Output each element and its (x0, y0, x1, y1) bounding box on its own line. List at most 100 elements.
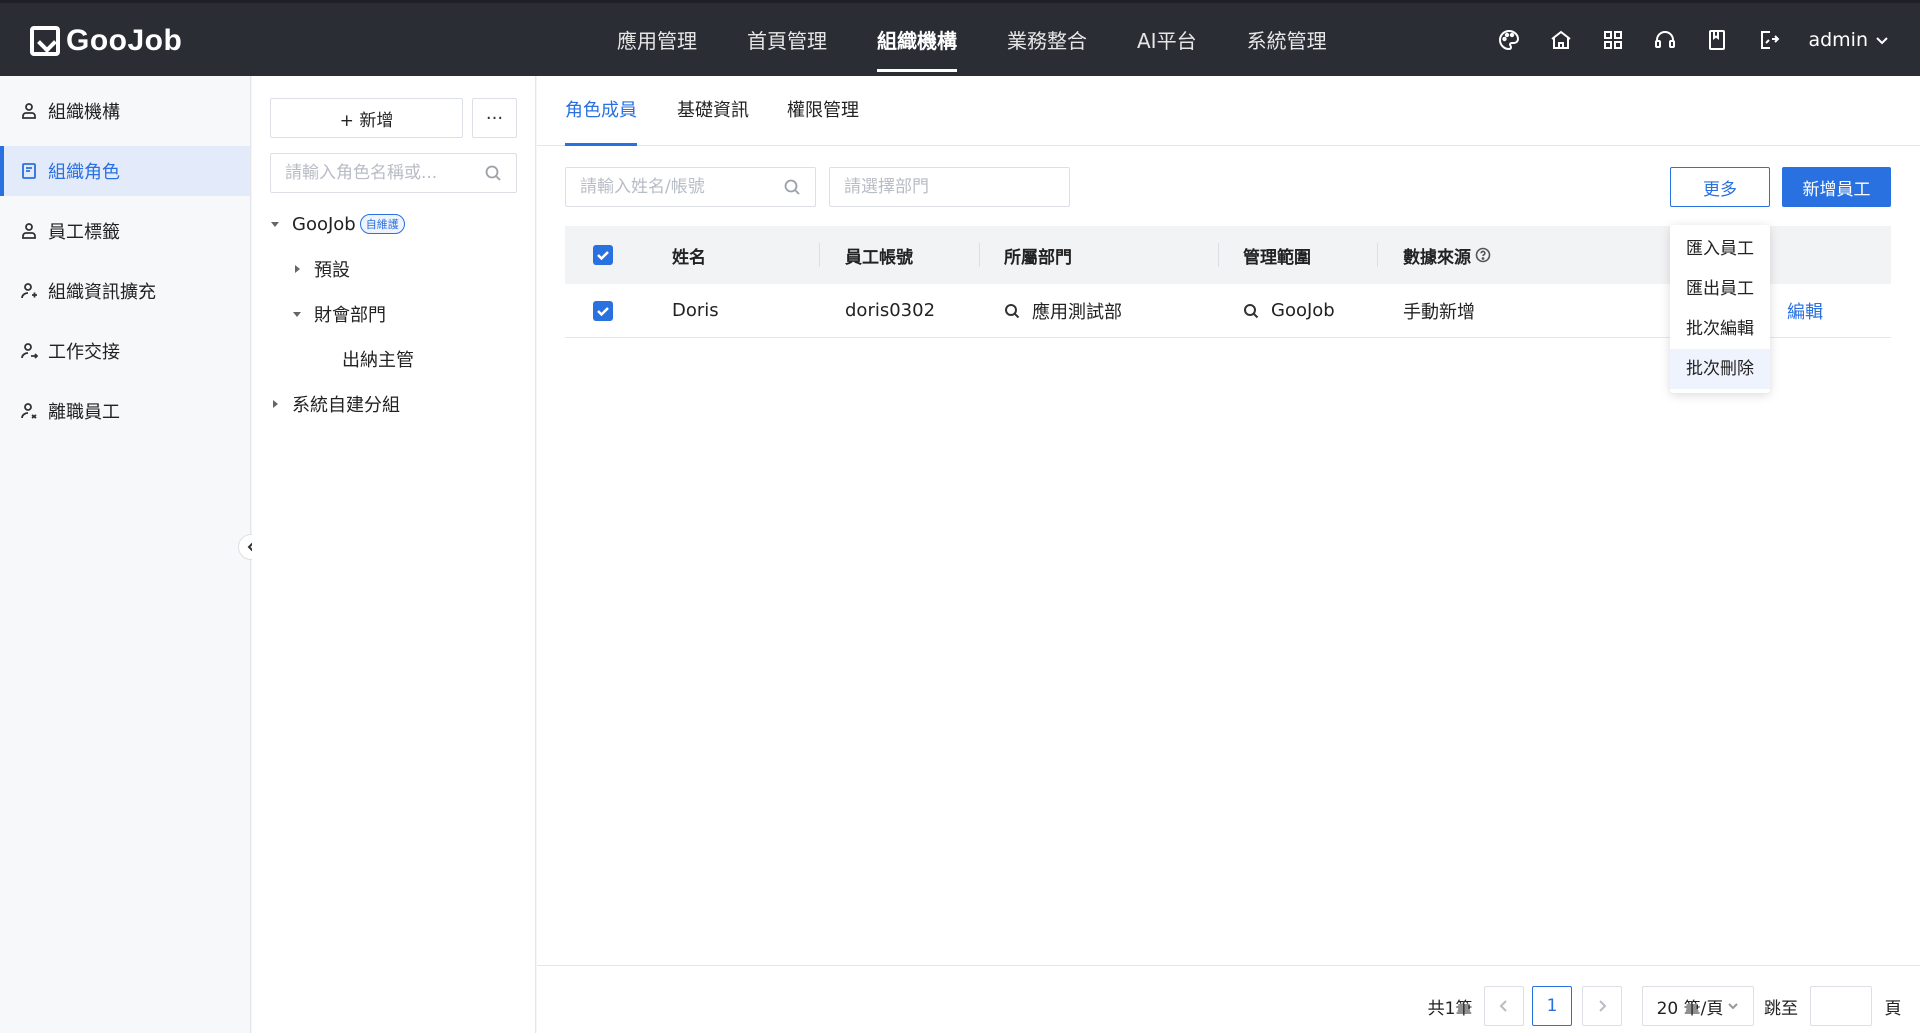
sidebar-item-organization[interactable]: 組織機構 (0, 86, 250, 136)
cell-data-source: 手動新增 (1403, 301, 1475, 323)
column-header-account: 員工帳號 (845, 247, 913, 268)
sidebar-item-org-info-extension[interactable]: 組織資訊擴充 (0, 266, 250, 316)
user-extend-icon (21, 283, 37, 299)
username: admin (1808, 28, 1868, 51)
prev-page-button[interactable] (1484, 986, 1524, 1026)
tree-node-finance-dept[interactable]: 財會部門 (292, 301, 386, 327)
search-icon (1005, 303, 1020, 318)
caret-down-icon[interactable] (292, 309, 302, 319)
role-tree-panel: + 新增 ··· GooJob 自維護 預設 財會部門 出納主管 系統自建分組 (252, 76, 536, 1033)
sidebar-item-work-handover[interactable]: 工作交接 (0, 326, 250, 376)
row-select-cell (593, 284, 613, 337)
scope-value: GooJob (1271, 300, 1335, 321)
department-value: 應用測試部 (1032, 301, 1122, 323)
caret-right-icon[interactable] (292, 264, 302, 274)
export-icon[interactable] (1754, 25, 1784, 55)
tree-node-default[interactable]: 預設 (292, 256, 350, 282)
pagination: 共1筆 1 20 筆/頁 跳至 頁 (537, 965, 1920, 1033)
column-divider (979, 243, 980, 267)
jump-page-input[interactable] (1810, 986, 1872, 1026)
chevron-down-icon (1728, 1003, 1739, 1010)
tab-basic-info[interactable]: 基礎資訊 (677, 76, 749, 146)
apps-grid-icon[interactable] (1598, 25, 1628, 55)
check-icon (597, 306, 609, 316)
chevron-right-icon (1599, 1000, 1607, 1012)
palette-icon[interactable] (1494, 25, 1524, 55)
topnav-item-business-integration[interactable]: 業務整合 (982, 3, 1112, 76)
row-checkbox[interactable] (593, 300, 613, 321)
tree-node-goojob[interactable]: GooJob 自維護 (270, 211, 405, 237)
menu-item-import-employees[interactable]: 匯入員工 (1670, 229, 1770, 269)
tab-role-members[interactable]: 角色成員 (565, 76, 637, 146)
sidebar-item-label: 組織資訊擴充 (48, 282, 156, 303)
sidebar: 組織機構 組織角色 員工標籤 組織資訊擴充 工作交接 離職員工 (0, 76, 251, 1033)
cell-name: Doris (672, 300, 719, 321)
edit-link[interactable]: 編輯 (1787, 284, 1823, 337)
department-select[interactable] (829, 167, 1070, 207)
column-divider (819, 243, 820, 267)
role-icon (22, 163, 36, 179)
main-content: 角色成員 基礎資訊 權限管理 更多 新增員工 姓名 員工帳號 所屬部門 管理範圍 (537, 76, 1920, 1033)
main-menu: 應用管理 首頁管理 組織機構 業務整合 AI平台 系統管理 (592, 3, 1352, 76)
handover-icon (21, 343, 38, 359)
select-all-cell (593, 226, 613, 284)
page-suffix: 頁 (1884, 998, 1902, 1019)
sidebar-item-label: 工作交接 (48, 342, 120, 363)
sidebar-item-label: 離職員工 (48, 402, 120, 423)
page-size-select[interactable]: 20 筆/頁 (1642, 986, 1754, 1026)
tree-node-label: 財會部門 (314, 305, 386, 326)
more-actions-button[interactable]: 更多 (1670, 167, 1770, 207)
cell-scope: GooJob (1243, 284, 1335, 337)
topnav-item-organization[interactable]: 組織機構 (852, 3, 982, 76)
tree-node-label: 出納主管 (342, 350, 414, 371)
book-icon[interactable] (1702, 25, 1732, 55)
support-icon[interactable] (1650, 25, 1680, 55)
sidebar-item-resigned-employees[interactable]: 離職員工 (0, 386, 250, 436)
more-options-button[interactable]: ··· (472, 98, 517, 138)
caret-down-icon[interactable] (270, 219, 280, 229)
topnav-item-homepage-management[interactable]: 首頁管理 (722, 3, 852, 76)
more-actions-dropdown: 匯入員工 匯出員工 批次編輯 批次刪除 (1670, 225, 1770, 393)
user-menu[interactable]: admin (1808, 29, 1890, 51)
menu-item-export-employees[interactable]: 匯出員工 (1670, 269, 1770, 309)
page-number-1[interactable]: 1 (1532, 986, 1572, 1026)
home-icon[interactable] (1546, 25, 1576, 55)
menu-item-batch-edit[interactable]: 批次編輯 (1670, 309, 1770, 349)
topnav-item-system-management[interactable]: 系統管理 (1222, 3, 1352, 76)
search-icon[interactable] (484, 164, 502, 182)
select-all-checkbox[interactable] (593, 245, 613, 265)
add-role-button[interactable]: + 新增 (270, 98, 463, 138)
next-page-button[interactable] (1582, 986, 1622, 1026)
menu-item-batch-delete[interactable]: 批次刪除 (1670, 349, 1770, 389)
sidebar-item-roles[interactable]: 組織角色 (0, 146, 250, 196)
sidebar-item-label: 組織機構 (48, 102, 120, 123)
tab-permission-management[interactable]: 權限管理 (787, 76, 859, 146)
column-header-scope: 管理範圍 (1243, 247, 1311, 268)
tree-node-label: GooJob (292, 213, 356, 235)
jump-label: 跳至 (1764, 998, 1798, 1019)
department-select-input[interactable] (844, 177, 1055, 197)
sidebar-item-employee-tags[interactable]: 員工標籤 (0, 206, 250, 256)
add-employee-button[interactable]: 新增員工 (1782, 167, 1891, 207)
name-filter-input[interactable] (580, 177, 783, 197)
topnav-item-ai-platform[interactable]: AI平台 (1112, 3, 1222, 76)
top-right-tools: admin (1472, 3, 1890, 76)
caret-right-icon[interactable] (270, 399, 280, 409)
help-icon[interactable] (1475, 247, 1491, 263)
tree-node-cashier-manager[interactable]: 出納主管 (342, 346, 414, 372)
tag-user-icon (22, 223, 36, 239)
name-filter-box (565, 167, 816, 207)
self-maintained-badge: 自維護 (359, 214, 405, 234)
topnav-item-app-management[interactable]: 應用管理 (592, 3, 722, 76)
cell-account: doris0302 (845, 300, 936, 321)
search-icon[interactable] (783, 178, 801, 196)
column-divider (1377, 243, 1378, 267)
role-search-input[interactable] (285, 163, 475, 183)
column-header-name: 姓名 (672, 247, 706, 268)
column-header-data-source: 數據來源 (1403, 226, 1491, 284)
tree-node-label: 系統自建分組 (292, 395, 400, 416)
cell-department: 應用測試部 (1004, 284, 1122, 337)
total-count: 共1筆 (1427, 998, 1473, 1019)
tree-node-system-groups[interactable]: 系統自建分組 (270, 391, 400, 417)
brand-logo[interactable]: GooJob (30, 23, 182, 59)
